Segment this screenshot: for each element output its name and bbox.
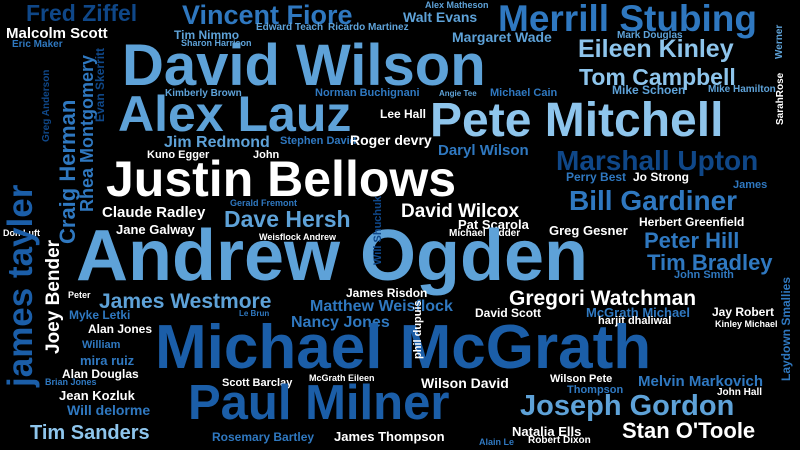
cloud-word-perry-best: Perry Best — [566, 170, 627, 184]
cloud-word-jean-kozluk: Jean Kozluk — [59, 388, 135, 403]
cloud-word-stan-o-toole: Stan O'Toole — [622, 418, 756, 443]
cloud-word-james-thompson: James Thompson — [334, 429, 445, 444]
cloud-word-werner: Werner — [774, 24, 785, 59]
cloud-word-walt-evans: Walt Evans — [403, 9, 478, 25]
cloud-word-lee-hall: Lee Hall — [380, 107, 427, 121]
cloud-word-andrew-ogden: Andrew Ogden — [76, 216, 589, 296]
cloud-word-jay-robert: Jay Robert — [712, 305, 775, 319]
cloud-word-edward-teach: Edward Teach — [256, 22, 324, 33]
cloud-word-evan-skerritt: Evan Skerritt — [93, 47, 107, 122]
cloud-word-william: William — [82, 339, 121, 351]
cloud-word-paul-milner: Paul Milner — [188, 376, 450, 430]
cloud-word-joey-bender: Joey Bender — [43, 239, 64, 354]
cloud-word-phil-dupuis: phil dupuis — [412, 300, 424, 359]
cloud-word-alan-jones: Alan Jones — [88, 322, 153, 336]
cloud-word-joseph-gordon: Joseph Gordon — [520, 390, 735, 422]
cloud-word-justin-bellows: Justin Bellows — [106, 151, 457, 207]
cloud-word-james: James — [733, 179, 768, 191]
cloud-word-rosemary-bartley: Rosemary Bartley — [212, 430, 315, 444]
cloud-word-will-shuchuk: Will Shuchuk — [372, 196, 384, 265]
cloud-word-fred-ziffel: Fred Ziffel — [26, 0, 138, 26]
cloud-word-will-delorme: Will delorme — [67, 402, 151, 418]
cloud-word-peter-hill: Peter Hill — [644, 228, 740, 253]
cloud-word-tim-sanders: Tim Sanders — [30, 422, 150, 444]
cloud-word-michael-mcgrath: Michael McGrath — [155, 313, 652, 382]
cloud-word-laydown-smallies: Laydown Smallies — [779, 276, 793, 381]
cloud-word-sarahrose: SarahRose — [775, 72, 786, 125]
cloud-word-robert-dixon: Robert Dixon — [528, 435, 591, 446]
cloud-word-john-smith: John Smith — [674, 269, 734, 281]
cloud-word-peter: Peter — [68, 290, 91, 300]
cloud-word-bill-gardiner: Bill Gardiner — [569, 185, 738, 216]
cloud-word-kinley-michael: Kinley Michael — [715, 319, 778, 329]
cloud-word-myke-letki: Myke Letki — [69, 308, 131, 322]
cloud-word-roger-devry: Roger devry — [350, 132, 432, 148]
cloud-word-stephen-david: Stephen David — [280, 135, 357, 147]
cloud-word-brian-jones: Brian Jones — [45, 377, 97, 387]
cloud-word-alain-le: Alain Le — [479, 437, 515, 447]
cloud-word-herbert-greenfield: Herbert Greenfield — [639, 215, 745, 229]
cloud-word-ricardo-martinez: Ricardo Martinez — [328, 22, 409, 33]
cloud-word-craig-herman: Craig Herman — [55, 99, 80, 244]
cloud-word-james-tayler: james tayler — [1, 184, 40, 387]
cloud-word-pete-mitchell: Pete Mitchell — [430, 94, 724, 147]
cloud-word-eileen-kinley: Eileen Kinley — [578, 35, 734, 63]
cloud-word-greg-anderson: Greg Anderson — [41, 69, 52, 142]
cloud-word-mira-ruiz: mira ruiz — [80, 353, 135, 368]
word-cloud: Fred Ziffel Vincent Fiore Alex Matheson Wal… — [0, 0, 800, 450]
cloud-word-jo-strong: Jo Strong — [633, 170, 689, 184]
cloud-word-alex-lauz: Alex Lauz — [118, 86, 352, 142]
cloud-word-eric-maker: Eric Maker — [12, 39, 63, 50]
